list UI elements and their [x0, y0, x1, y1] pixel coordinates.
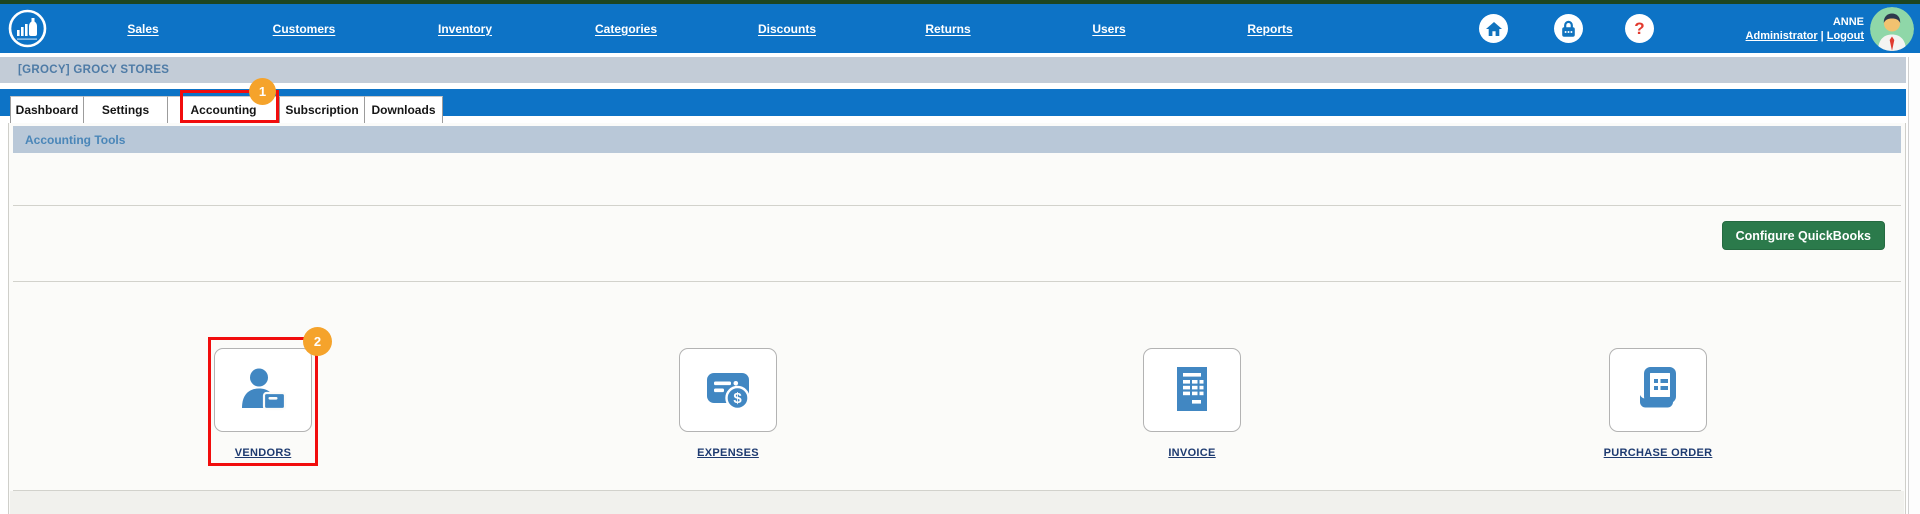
tab-downloads[interactable]: Downloads: [365, 96, 443, 123]
top-navbar: Sales Customers Inventory Categories Dis…: [0, 4, 1920, 53]
nav-item-discounts[interactable]: Discounts: [758, 4, 816, 53]
nav-item-returns[interactable]: Returns: [925, 4, 970, 53]
tool-invoice[interactable]: INVOICE: [1107, 348, 1277, 461]
vendors-link[interactable]: VENDORS: [235, 447, 292, 459]
tool-purchase-order[interactable]: PURCHASE ORDER: [1573, 348, 1743, 461]
nav-item-inventory[interactable]: Inventory: [438, 4, 492, 53]
expense-card-icon: $: [700, 362, 756, 418]
logout-link[interactable]: Logout: [1827, 30, 1864, 42]
nav-item-categories[interactable]: Categories: [595, 4, 657, 53]
tab-dashboard[interactable]: Dashboard: [10, 96, 84, 123]
user-role: Administrator: [1746, 30, 1818, 42]
expenses-link[interactable]: EXPENSES: [697, 447, 759, 459]
page: Sales Customers Inventory Categories Dis…: [0, 0, 1920, 514]
app-logo-icon[interactable]: [8, 9, 47, 48]
tab-bar: Dashboard Settings Accounting Subscripti…: [10, 96, 443, 123]
breadcrumb: [GROCY] GROCY STORES: [0, 57, 1906, 83]
vendor-person-icon: [235, 362, 291, 418]
user-avatar[interactable]: [1870, 7, 1914, 51]
help-glyph: ?: [1634, 20, 1644, 37]
invoice-link[interactable]: INVOICE: [1168, 447, 1215, 459]
nav-item-users[interactable]: Users: [1092, 4, 1125, 53]
annotation-step-2-badge: 2: [303, 327, 332, 356]
purchase-order-card[interactable]: [1609, 348, 1707, 432]
expenses-card[interactable]: $: [679, 348, 777, 432]
svg-text:$: $: [733, 390, 742, 407]
purchase-order-link[interactable]: PURCHASE ORDER: [1604, 447, 1713, 459]
user-name: ANNE: [1746, 15, 1864, 29]
tool-vendors[interactable]: VENDORS: [178, 348, 348, 461]
help-icon[interactable]: ?: [1625, 14, 1654, 43]
nav-item-sales[interactable]: Sales: [127, 4, 158, 53]
purchase-order-icon: [1630, 362, 1686, 418]
invoice-card[interactable]: [1143, 348, 1241, 432]
lock-icon[interactable]: [1554, 14, 1583, 43]
tool-expenses[interactable]: $ EXPENSES: [643, 348, 813, 461]
section-title: Accounting Tools: [25, 133, 125, 147]
vertical-scrollbar[interactable]: [1908, 57, 1920, 514]
accounting-tab-panel: Accounting Tools Configure QuickBooks VE…: [8, 123, 1906, 514]
invoice-document-icon: [1164, 362, 1220, 418]
annotation-step-1-badge: 1: [249, 78, 276, 105]
configure-quickbooks-button[interactable]: Configure QuickBooks: [1722, 221, 1885, 250]
footer-strip: [10, 491, 1904, 514]
tab-subscription[interactable]: Subscription: [280, 96, 365, 123]
user-info: ANNE Administrator|Logout: [1746, 15, 1864, 43]
tab-settings[interactable]: Settings: [84, 96, 168, 123]
section-header: Accounting Tools: [13, 126, 1901, 153]
user-separator: |: [1821, 30, 1824, 42]
home-icon[interactable]: [1479, 14, 1508, 43]
store-label: [GROCY] GROCY STORES: [18, 64, 169, 76]
nav-item-reports[interactable]: Reports: [1247, 4, 1292, 53]
divider: [13, 205, 1901, 206]
vendors-card[interactable]: [214, 348, 312, 432]
nav-item-customers[interactable]: Customers: [273, 4, 336, 53]
divider: [13, 281, 1901, 282]
